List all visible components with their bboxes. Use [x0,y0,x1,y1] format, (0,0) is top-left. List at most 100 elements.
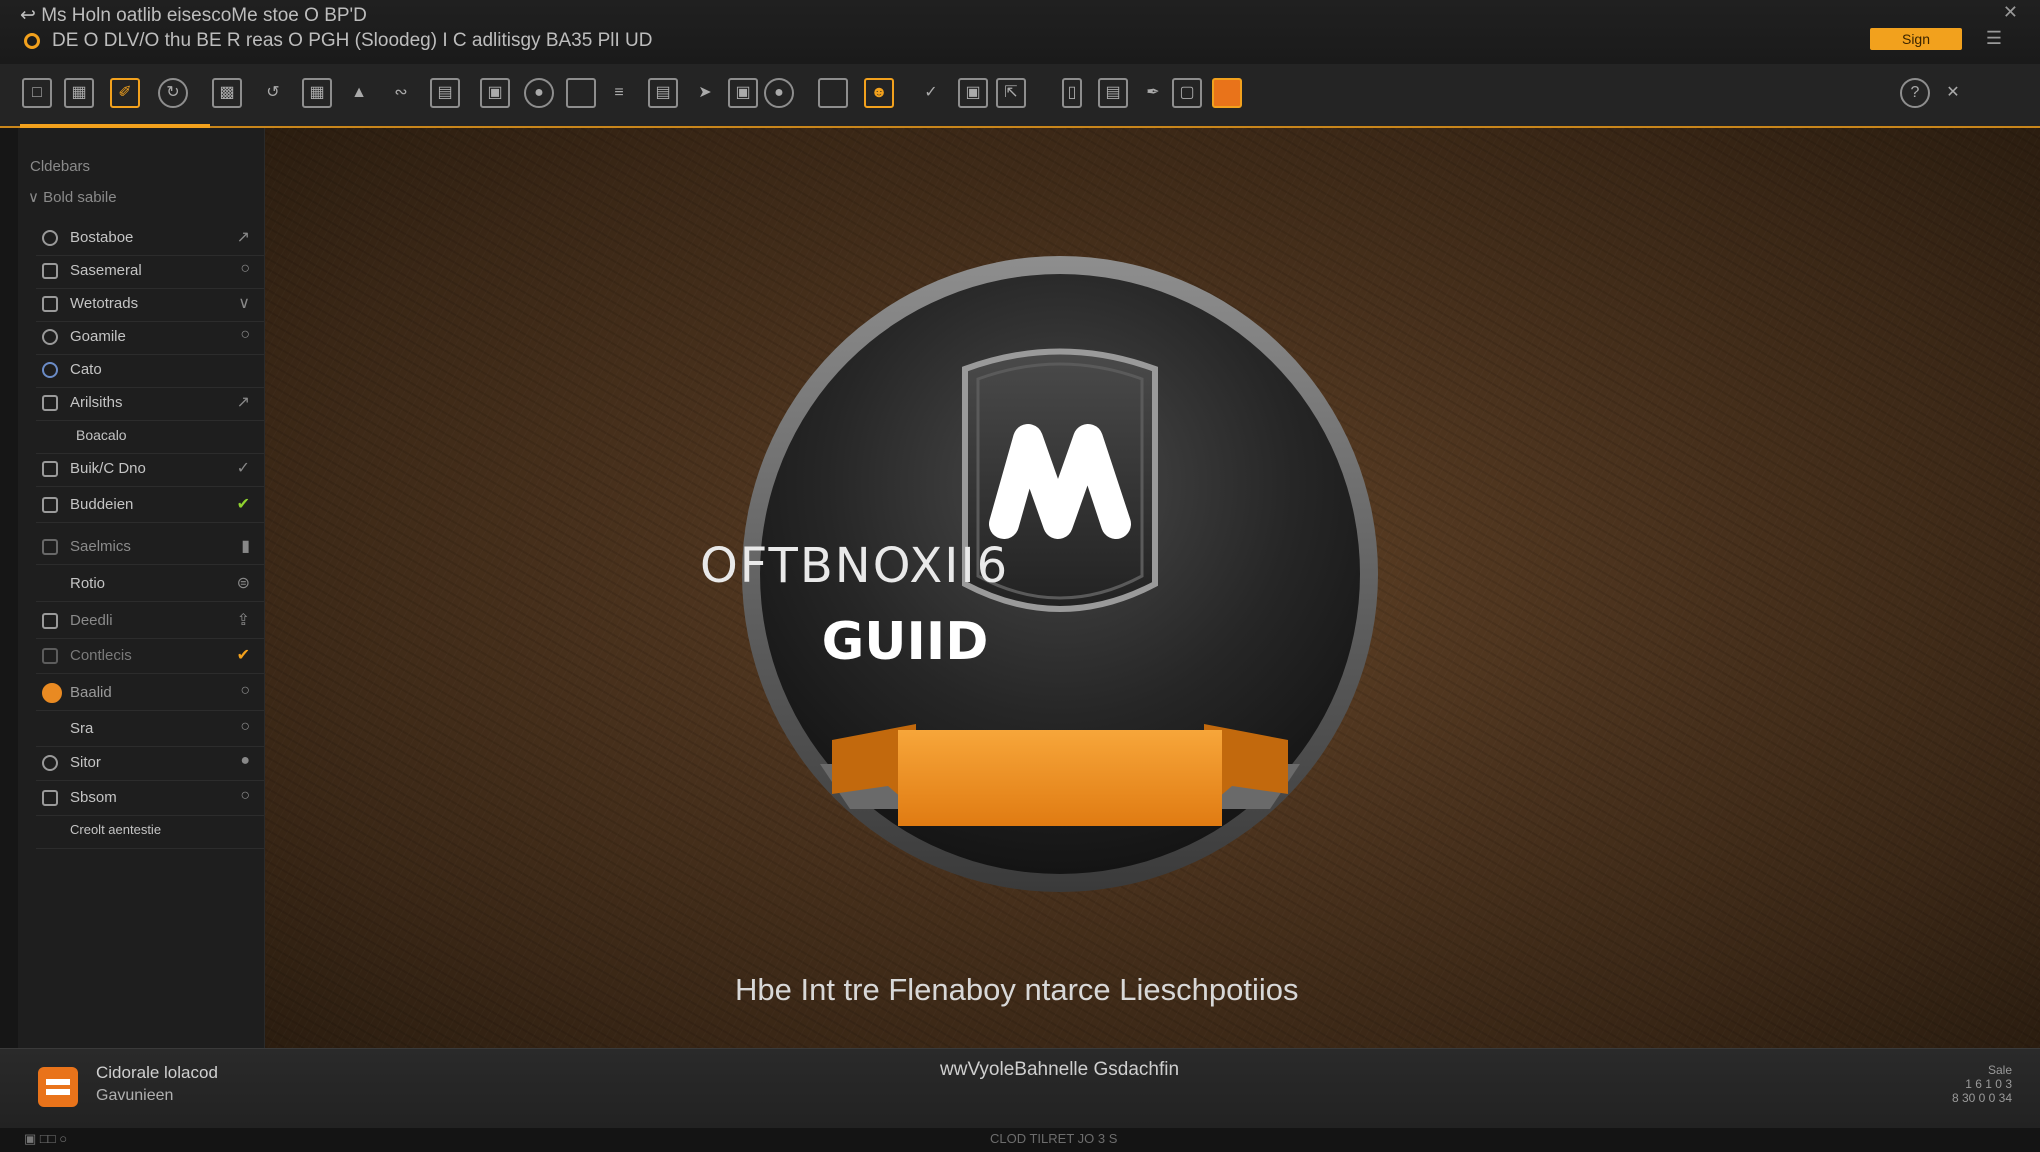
path-icon[interactable]: ∾ [386,78,416,108]
window-subtitle: DE O DLV/O thu BE R reas O PGH (Sloodeg)… [24,30,652,52]
table-icon [42,395,58,411]
brush-icon[interactable]: ✐ [110,78,140,108]
sidebar-item[interactable]: Rotio ⊜ [36,569,264,602]
sidebar-item[interactable]: Creolt aentestie [36,816,264,849]
ribbon [898,730,1222,826]
canvas-area[interactable]: OFTBNOXII6 GUIID Hbe Int tre Flenaboy nt… [265,128,2040,1048]
copy-icon[interactable]: ▣ [958,78,988,108]
calendar-icon[interactable]: ▦ [64,78,94,108]
check-icon[interactable]: ✔ [237,494,250,514]
triangle-icon [42,721,58,737]
box-icon [42,461,58,477]
sign-button[interactable]: Sign [1870,28,1962,50]
exit-icon[interactable]: ✕ [1938,78,1968,108]
folder-icon[interactable]: ▢ [1172,78,1202,108]
check-icon[interactable]: ✓ [237,458,250,478]
upload-icon[interactable]: ⇪ [237,610,250,630]
image-icon[interactable]: ▣ [480,78,510,108]
circle-icon[interactable]: ○ [240,682,250,700]
mixer-icon [42,790,58,806]
chevron-down-icon[interactable]: ∨ [238,293,250,313]
list-icon [42,539,58,555]
edit-icon[interactable]: ↗ [237,392,250,412]
check-icon[interactable]: ✔ [237,645,250,665]
sidebar-item[interactable]: Boacalo [36,421,264,454]
resize-icon[interactable]: ⇱ [996,78,1026,108]
sidebar-heading: Cldebars [30,158,91,175]
pin-icon[interactable]: ● [240,752,250,770]
sidebar-item[interactable]: Cato [36,355,264,388]
circle-icon[interactable]: ○ [240,326,250,344]
sidebar-item[interactable]: Bostaboe ↗ [36,223,264,256]
help-icon[interactable]: ? [1900,78,1930,108]
refresh-icon[interactable]: ↻ [158,78,188,108]
back-icon[interactable]: ↩ [20,5,36,26]
circle-icon[interactable]: ○ [240,718,250,736]
zoom-icon[interactable]: ● [764,78,794,108]
user-icon[interactable]: ☻ [864,78,894,108]
home-icon[interactable] [1212,78,1242,108]
sidebar-item[interactable]: Sitor ● [36,748,264,781]
undo-icon[interactable]: ↺ [258,78,288,108]
settings-icon [42,755,58,771]
image-icon [42,263,58,279]
window-title: ↩ Ms Holn oatlib eisescoMe stoe O BP'D [20,5,367,26]
sidebar-item[interactable]: Saelmics ▮ [36,532,264,565]
record-icon[interactable] [24,33,40,49]
sidebar-item[interactable]: Contlecis ✔ [36,641,264,674]
print-icon[interactable]: ▤ [648,78,678,108]
panel-subtitle: Gavunieen [96,1087,174,1104]
pin-icon [42,230,58,246]
comment-icon[interactable]: ● [524,78,554,108]
shape-icon[interactable]: ▲ [344,78,374,108]
grid-icon[interactable]: ▦ [302,78,332,108]
sidebar-item[interactable]: Deedli ⇪ [36,606,264,639]
sidebar-item[interactable]: Buik/C Dno ✓ [36,454,264,487]
chevron-down-icon[interactable]: ∨ [28,189,39,206]
menu-icon[interactable]: ☰ [1986,28,2002,49]
printer-icon[interactable] [38,1067,78,1107]
phone-icon[interactable]: ▯ [1062,78,1082,108]
check-icon[interactable]: ✓ [916,78,946,108]
frame-icon[interactable] [566,78,596,108]
tray-icon [42,497,58,513]
sidebar-item[interactable]: Arilsiths ↗ [36,388,264,421]
circle-icon[interactable]: ○ [240,787,250,805]
save-icon[interactable]: ▤ [1098,78,1128,108]
crop-icon[interactable]: ▣ [728,78,758,108]
sidebar-item[interactable]: Buddeien ✔ [36,490,264,523]
square-icon[interactable] [818,78,848,108]
badge-ribbon-label: GUIID [821,612,989,672]
page-icon[interactable]: □ [22,78,52,108]
title-bar: ↩ Ms Holn oatlib eisescoMe stoe O BP'D D… [0,0,2040,65]
bottom-panel: Cidorale lolacod Gavunieen wwVyoleBahnel… [0,1048,2040,1129]
camera-icon [42,296,58,312]
bookmark-icon[interactable]: ▮ [241,536,250,556]
clipboard-icon[interactable]: ▤ [430,78,460,108]
pen-icon[interactable]: ✒ [1138,78,1168,108]
close-icon[interactable]: ✕ [2003,2,2018,23]
sidebar-item[interactable]: Goamile ○ [36,322,264,355]
sidebar-item[interactable]: Baalid ○ [36,678,264,711]
sidebar-item[interactable]: Sasemeral ○ [36,256,264,289]
sidebar-item[interactable]: Sra ○ [36,714,264,747]
text-icon[interactable]: ≡ [604,78,634,108]
sidebar-subheading[interactable]: ∨ Bold sabile [28,188,117,206]
panel-url[interactable]: wwVyoleBahnelle Gsdachfin [940,1059,1179,1081]
tagline: Hbe Int tre Flenaboy ntarce Lieschpotiio… [735,972,1299,1007]
link-icon[interactable]: ⊜ [237,573,250,593]
edit-icon[interactable]: ↗ [237,227,250,247]
sidebar-item[interactable]: Wetotrads ∨ [36,289,264,322]
circle-icon[interactable]: ○ [240,260,250,278]
pen-icon [42,823,58,839]
status-icons[interactable]: ▣ □□ ○ [24,1131,67,1147]
toolbar: □ ▦ ✐ ↻ ▩ ↺ ▦ ▲ ∾ ▤ ▣ ● ≡ ▤ ➤ ▣ ● ☻ ✓ ▣ … [0,64,2040,128]
photo-icon [42,613,58,629]
orange-circle-icon [42,683,62,703]
panel-title: Cidorale lolacod [96,1063,218,1082]
arrow-icon[interactable]: ➤ [690,78,720,108]
arrow-icon [42,576,58,592]
layers-icon[interactable]: ▩ [212,78,242,108]
sidebar-item[interactable]: Sbsom ○ [36,783,264,816]
status-bar: ▣ □□ ○ CLOD TILRET JO 3 S [0,1128,2040,1152]
